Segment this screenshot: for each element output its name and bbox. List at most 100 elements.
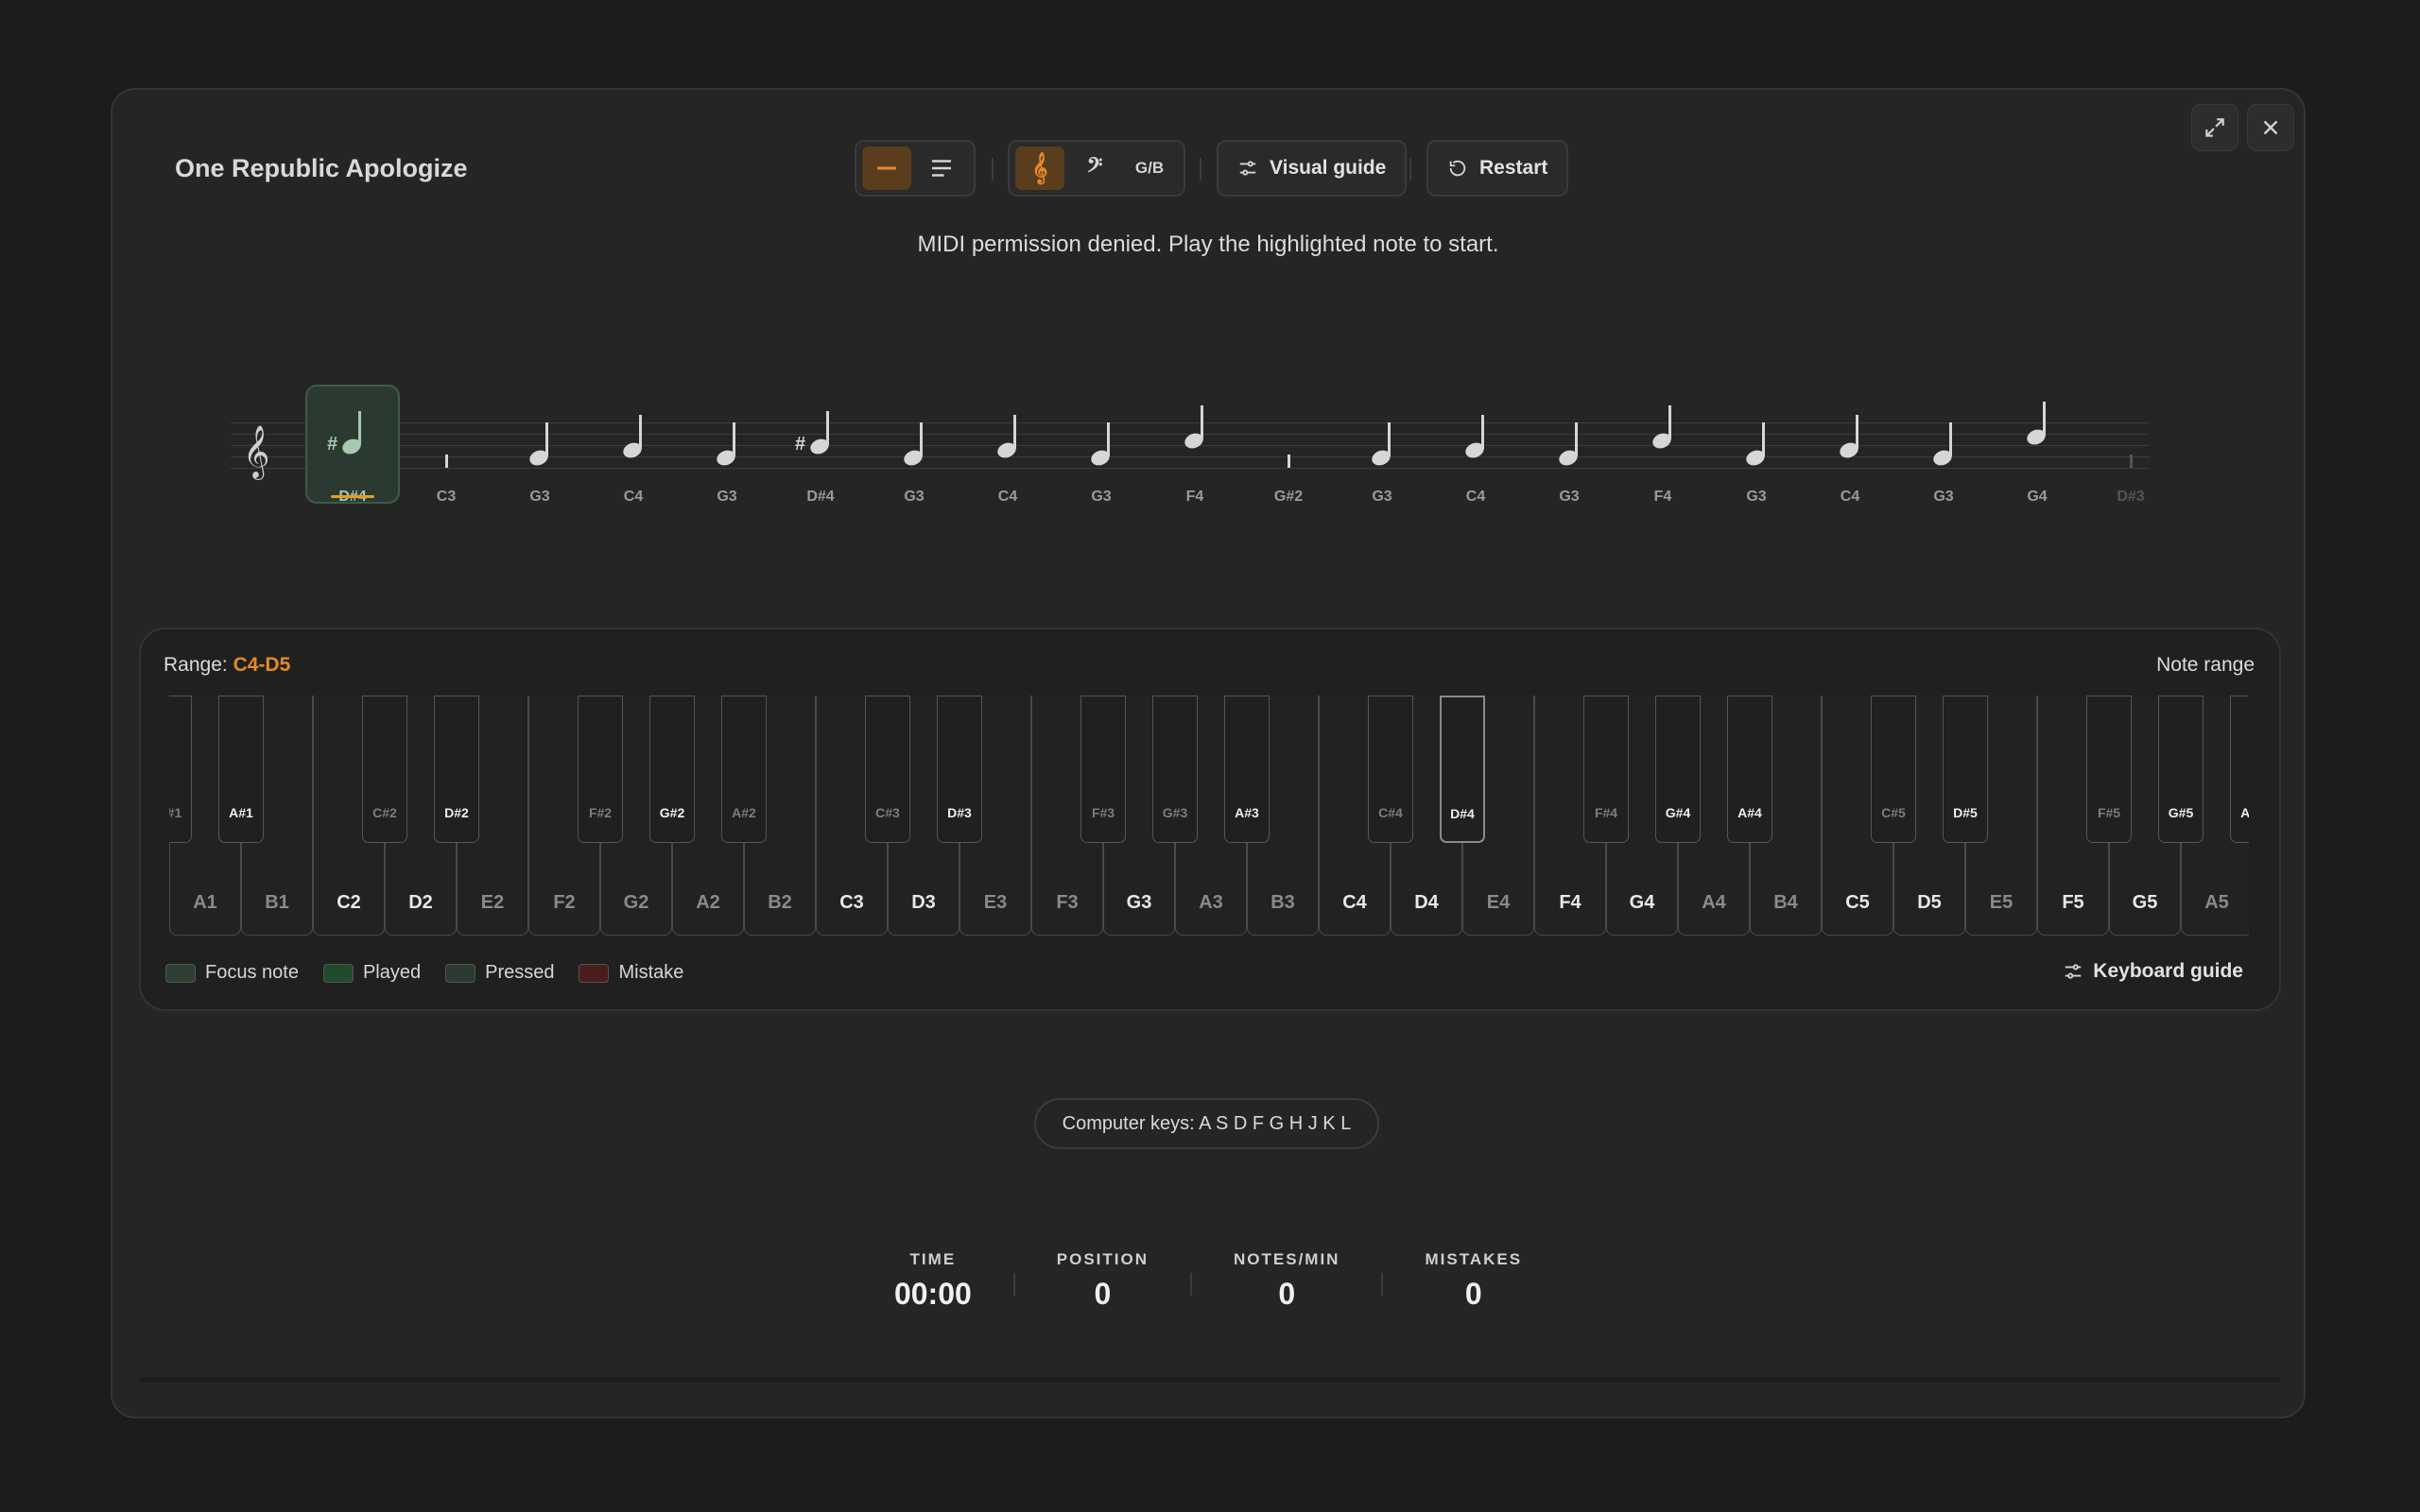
note-stem [1668,405,1671,439]
key-label: B1 [265,892,289,913]
black-key-g-sharp3[interactable]: G#3 [1152,696,1198,843]
key-label: D3 [911,892,936,913]
note-label: C4 [997,489,1018,505]
fullscreen-button[interactable] [2191,104,2238,151]
stat-value: 0 [1094,1277,1112,1311]
note-stem [1388,422,1391,456]
visual-guide-button[interactable]: Visual guide [1217,140,1408,197]
key-label: B3 [1270,892,1295,913]
black-key-f-sharp3[interactable]: F#3 [1080,696,1126,843]
black-key-d-sharp5[interactable]: D#5 [1943,696,1988,843]
key-label: F#5 [2097,805,2121,820]
staff-note: G3 [1714,402,1799,506]
stat-label: NOTES/MIN [1234,1250,1340,1268]
note-range-button[interactable]: Note range [2156,654,2255,677]
focus-note-underline [331,495,374,498]
note-label: G#2 [1273,489,1304,505]
stat-label: MISTAKES [1425,1250,1523,1268]
treble-clef-symbol: 𝄞 [243,425,270,478]
key-label: C2 [337,892,361,913]
song-title: One Republic Apologize [175,154,468,182]
note-label: D#3 [2117,489,2145,505]
grand-staff-button[interactable]: G/B [1125,146,1174,190]
note-stem [920,422,923,456]
staff-note: # D#4 [778,402,863,506]
black-key-c-sharp3[interactable]: C#3 [865,696,910,843]
staff-note: C4 [591,402,676,506]
key-label: A#1 [229,805,253,820]
black-key-d-sharp3[interactable]: D#3 [937,696,982,843]
staff-note: D#3 [2088,402,2173,506]
black-key-g-sharp5[interactable]: G#5 [2158,696,2204,843]
note-label: G3 [1091,489,1112,505]
key-label: C#2 [372,805,397,820]
close-button[interactable] [2247,104,2294,151]
treble-clef-button[interactable]: 𝄞 [1015,146,1064,190]
visual-guide-label: Visual guide [1270,157,1387,179]
black-key-g-sharp1[interactable]: G#1 [169,696,192,843]
restart-button[interactable]: Restart [1426,140,1569,197]
black-key-a-sharp3[interactable]: A#3 [1224,696,1270,843]
staff-note: C4 [965,402,1050,506]
key-label: G3 [1126,892,1152,913]
legend-label: Focus note [205,962,299,983]
note-stem [1575,422,1578,456]
key-legend: Focus note Played Pressed Mistake [165,962,683,984]
stats-bar: TIME 00:00 POSITION 0 NOTES/MIN 0 MISTAK… [112,1250,2304,1312]
key-label: D#3 [947,805,972,820]
restart-icon [1449,160,1466,177]
key-label: C4 [1342,892,1367,913]
black-key-a-sharp2[interactable]: A#2 [721,696,767,843]
toolbar-divider [1409,158,1411,180]
range-value: C4-D5 [233,654,291,676]
close-icon [2263,120,2278,135]
legend-label: Pressed [485,962,555,983]
staff-note: C4 [1807,402,1893,506]
legend-item: Focus note [165,962,299,984]
note-stem [2130,455,2133,468]
black-key-a-sharp1[interactable]: A#1 [218,696,264,843]
single-line-view-button[interactable] [862,146,911,190]
sliders-icon [2066,964,2082,979]
key-label: E3 [983,892,1008,913]
black-key-d-sharp4[interactable]: D#4 [1440,696,1485,843]
toolbar-divider [992,158,994,180]
keyboard-guide-label: Keyboard guide [2093,960,2243,982]
black-key-f-sharp5[interactable]: F#5 [2086,696,2132,843]
key-label: F4 [1559,892,1582,913]
black-key-f-sharp4[interactable]: F#4 [1583,696,1629,843]
staff-note: C4 [1433,402,1518,506]
sharp-sign: # [795,434,806,455]
keyboard-guide-button[interactable]: Keyboard guide [2063,960,2243,983]
legend-item: Pressed [445,962,554,984]
legend-item: Played [322,962,422,984]
legend-item: Mistake [579,962,683,984]
sliders-icon [1239,161,1256,176]
stat-value: 0 [1464,1277,1482,1311]
key-label: C#5 [1881,805,1906,820]
bass-clef-icon: 𝄢 [1086,153,1103,182]
view-mode-group [855,140,976,197]
black-key-a-sharp5[interactable]: A#5 [2230,696,2249,843]
legend-label: Played [362,962,422,983]
practice-modal: One Republic Apologize 𝄞 𝄢 G/B Visual gu… [111,88,2306,1418]
black-key-d-sharp2[interactable]: D#2 [434,696,479,843]
legend-swatch [579,963,610,983]
bass-clef-button[interactable]: 𝄢 [1070,146,1119,190]
clef-group: 𝄞 𝄢 G/B [1008,140,1185,197]
key-label: A4 [1702,892,1726,913]
multi-line-view-button[interactable] [917,146,966,190]
black-key-c-sharp4[interactable]: C#4 [1368,696,1413,843]
key-label: A#3 [1235,805,1259,820]
black-key-a-sharp4[interactable]: A#4 [1727,696,1772,843]
black-key-c-sharp5[interactable]: C#5 [1871,696,1916,843]
black-key-f-sharp2[interactable]: F#2 [578,696,623,843]
staff-note: F4 [1620,402,1705,506]
black-key-g-sharp2[interactable]: G#2 [649,696,695,843]
key-label: C#3 [875,805,900,820]
key-label: G4 [1629,892,1655,913]
key-label: C3 [839,892,864,913]
black-key-c-sharp2[interactable]: C#2 [362,696,407,843]
black-key-g-sharp4[interactable]: G#4 [1655,696,1701,843]
lines-icon [932,160,951,177]
